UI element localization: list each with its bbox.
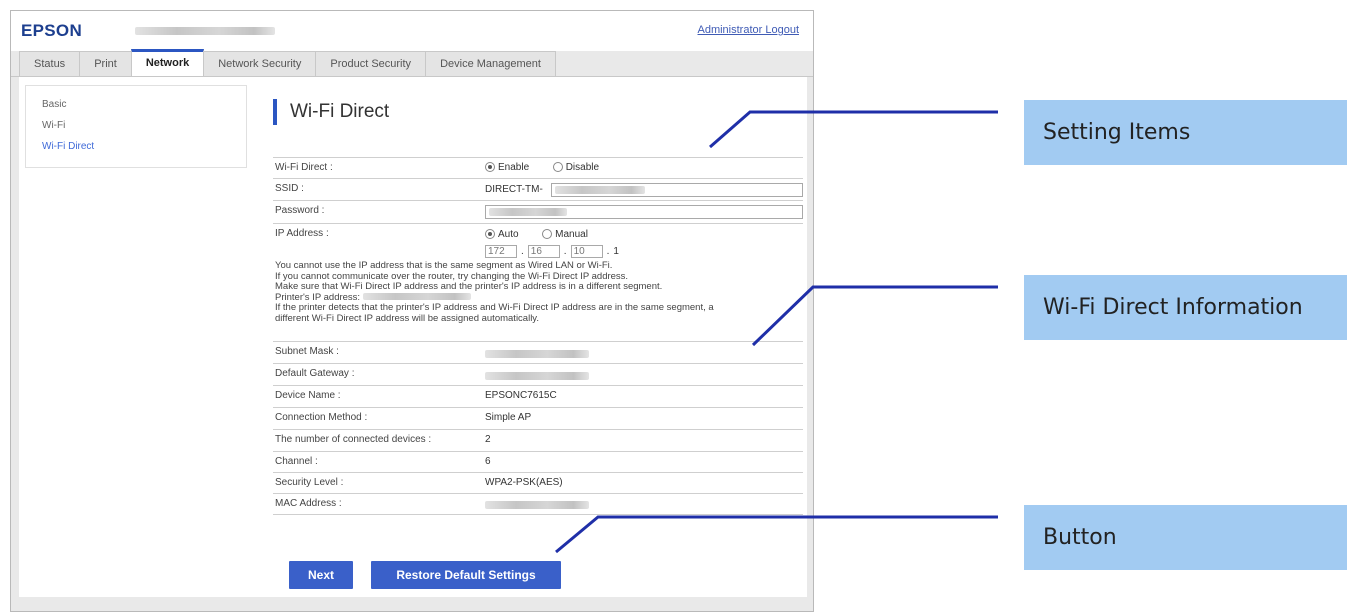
callout-button: Button — [1024, 505, 1347, 570]
callout-setting-items: Setting Items — [1024, 100, 1347, 165]
callout-wifi-direct-information: Wi-Fi Direct Information — [1024, 275, 1347, 340]
leader-line-wifi-direct-information — [751, 285, 998, 347]
leader-line-setting-items — [709, 110, 998, 149]
leader-line-button — [555, 515, 998, 554]
